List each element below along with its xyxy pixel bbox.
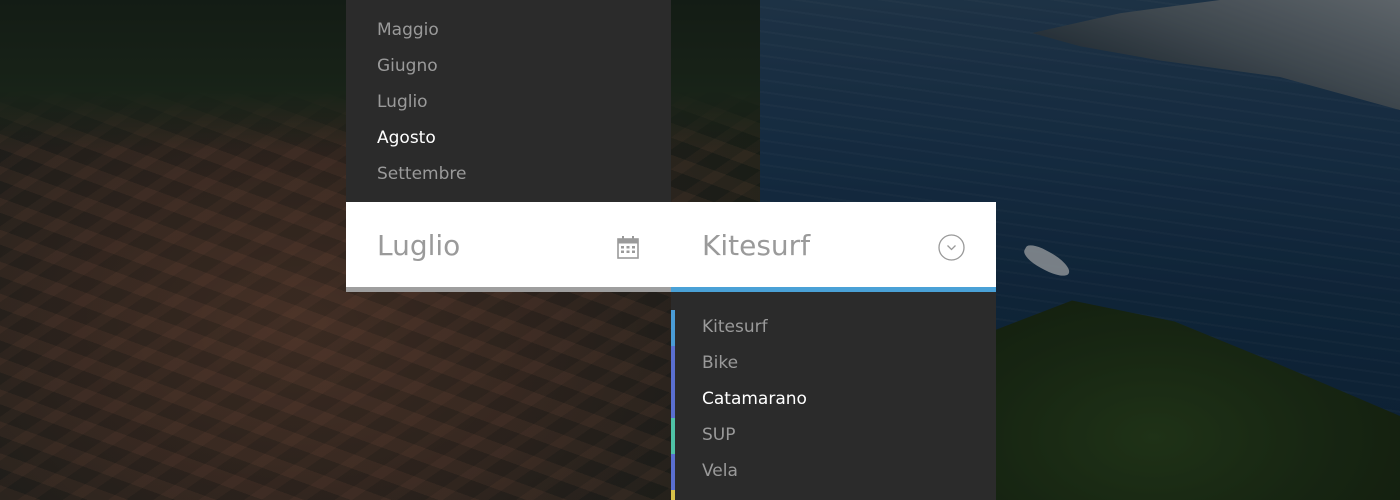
activity-option-kitesurf[interactable]: Kitesurf bbox=[702, 316, 768, 338]
activity-accent-bar bbox=[671, 310, 675, 346]
month-option-luglio[interactable]: Luglio bbox=[377, 91, 428, 113]
activity-select[interactable]: Kitesurf bbox=[671, 202, 996, 287]
month-option-giugno[interactable]: Giugno bbox=[377, 55, 438, 77]
month-option-maggio[interactable]: Maggio bbox=[377, 19, 439, 41]
activity-dropdown-list: Kitesurf Bike Catamarano SUP Vela bbox=[671, 292, 996, 500]
calendar-icon bbox=[617, 236, 639, 259]
activity-option-vela[interactable]: Vela bbox=[702, 460, 738, 482]
activity-accent-bar bbox=[671, 490, 675, 500]
activity-option-sup[interactable]: SUP bbox=[702, 424, 736, 446]
activity-option-catamarano[interactable]: Catamarano bbox=[702, 388, 807, 410]
month-select[interactable]: Luglio bbox=[346, 202, 671, 287]
hero-scene: Maggio Giugno Luglio Agosto Settembre Lu… bbox=[0, 0, 1400, 500]
month-option-agosto[interactable]: Agosto bbox=[377, 127, 436, 149]
chevron-down-circle-icon bbox=[938, 234, 965, 261]
activity-accent-bar bbox=[671, 346, 675, 382]
activity-select-value: Kitesurf bbox=[702, 229, 811, 262]
activity-accent-bar bbox=[671, 382, 675, 418]
month-option-settembre[interactable]: Settembre bbox=[377, 163, 466, 185]
activity-accent-bar bbox=[671, 418, 675, 454]
search-form-bar: Luglio Kitesurf bbox=[346, 202, 996, 287]
month-dropdown-list: Maggio Giugno Luglio Agosto Settembre bbox=[346, 0, 671, 202]
activity-option-bike[interactable]: Bike bbox=[702, 352, 738, 374]
month-select-underline bbox=[346, 287, 671, 292]
month-select-value: Luglio bbox=[377, 229, 461, 262]
activity-accent-bar bbox=[671, 454, 675, 490]
